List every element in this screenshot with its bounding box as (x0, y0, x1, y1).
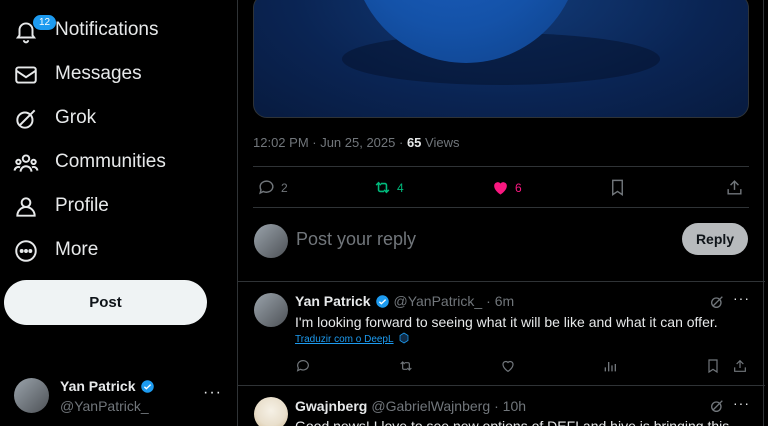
heart-icon[interactable] (500, 358, 516, 374)
bookmark-icon (608, 178, 627, 197)
notification-badge: 12 (32, 14, 58, 31)
share-icon (725, 178, 744, 197)
nav-more[interactable]: More (0, 230, 220, 270)
post-button[interactable]: Post (4, 280, 207, 325)
tweet-author-handle[interactable]: @GabrielWajnberg (371, 398, 490, 414)
nav-label-messages: Messages (55, 63, 142, 84)
tweet-author-name[interactable]: Gwajnberg (295, 398, 367, 414)
heart-filled-icon (491, 178, 510, 197)
more-options-icon[interactable]: ··· (733, 395, 750, 411)
bookmark-action[interactable] (608, 178, 627, 197)
avatar[interactable] (254, 397, 288, 426)
nav-label-more: More (55, 239, 99, 260)
bookmark-icon[interactable] (705, 358, 721, 374)
tweet-text: Good news! I love to see new options of … (295, 418, 730, 426)
communities-icon (13, 150, 39, 176)
account-more-button[interactable]: ··· (203, 384, 222, 402)
post-meta: 12:02 PM · Jun 25, 2025 · 65 Views (253, 135, 459, 150)
nav-label-grok: Grok (55, 107, 97, 128)
more-circle-icon (13, 238, 39, 264)
account-name: Yan Patrick (60, 378, 136, 394)
nav-label-notifications: Notifications (55, 19, 159, 40)
nav-messages[interactable]: Messages (0, 54, 220, 94)
avatar[interactable] (254, 293, 288, 327)
reply-input[interactable]: Post your reply (296, 229, 416, 250)
like-count: 6 (515, 180, 522, 195)
sidebar: 12 Notifications Messages Grok Communiti… (0, 0, 237, 426)
tweet-header: Gwajnberg @GabrielWajnberg · 10h (295, 398, 526, 414)
account-switcher[interactable]: Yan Patrick @YanPatrick_ ··· (0, 374, 230, 420)
translate-label[interactable]: Traduzir com o DeepL (295, 334, 394, 345)
tweet-time[interactable]: · 6m (486, 293, 514, 309)
reply-count: 2 (281, 180, 288, 195)
nav-grok[interactable]: Grok (0, 98, 220, 138)
deepl-icon (398, 332, 410, 347)
share-action[interactable] (725, 178, 744, 197)
analytics-icon[interactable] (602, 358, 618, 374)
grok-icon[interactable] (709, 294, 725, 310)
nav-communities[interactable]: Communities (0, 142, 220, 182)
person-icon (13, 194, 39, 220)
tweet-header: Yan Patrick @YanPatrick_ · 6m (295, 293, 514, 309)
more-options-icon[interactable]: ··· (733, 290, 750, 306)
grok-icon[interactable] (709, 398, 725, 414)
tweet-author-handle[interactable]: @YanPatrick_ (394, 293, 483, 309)
nav-notifications[interactable]: 12 Notifications (0, 10, 220, 50)
avatar (254, 224, 288, 258)
post-timestamp[interactable]: 12:02 PM · Jun 25, 2025 · (253, 135, 407, 150)
repost-icon[interactable] (398, 358, 414, 374)
account-name-row: Yan Patrick (60, 378, 155, 394)
views-count: 65 (406, 135, 422, 150)
divider (253, 166, 749, 167)
post-detail-column: 12:02 PM · Jun 25, 2025 · 65 Views 2 4 6… (237, 0, 765, 426)
nav-label-communities: Communities (55, 151, 166, 172)
avatar (14, 378, 49, 413)
views-label: Views (421, 135, 460, 150)
divider (238, 281, 765, 282)
divider (238, 385, 765, 386)
nav-profile[interactable]: Profile (0, 186, 220, 226)
verified-badge-icon (140, 379, 155, 394)
mail-icon (13, 62, 39, 88)
post-media-image[interactable] (253, 0, 749, 118)
reply-action[interactable]: 2 (257, 178, 288, 197)
translate-link[interactable]: Traduzir com o DeepL (295, 332, 410, 347)
reply-button[interactable]: Reply (682, 223, 748, 255)
reply-icon[interactable] (295, 358, 311, 374)
tweet-author-name[interactable]: Yan Patrick (295, 293, 371, 309)
tweet-time[interactable]: · 10h (494, 398, 526, 414)
repost-action[interactable]: 4 (373, 178, 404, 197)
nav-label-profile: Profile (55, 195, 109, 216)
repost-icon (373, 178, 392, 197)
divider (253, 207, 749, 208)
bell-icon: 12 (13, 14, 58, 44)
reply-icon (257, 178, 276, 197)
account-handle: @YanPatrick_ (60, 398, 149, 414)
like-action[interactable]: 6 (491, 178, 522, 197)
share-icon[interactable] (732, 358, 748, 374)
tweet-text: I'm looking forward to seeing what it wi… (295, 314, 718, 330)
repost-count: 4 (397, 180, 404, 195)
grok-icon (13, 106, 39, 132)
verified-badge-icon (375, 294, 390, 309)
